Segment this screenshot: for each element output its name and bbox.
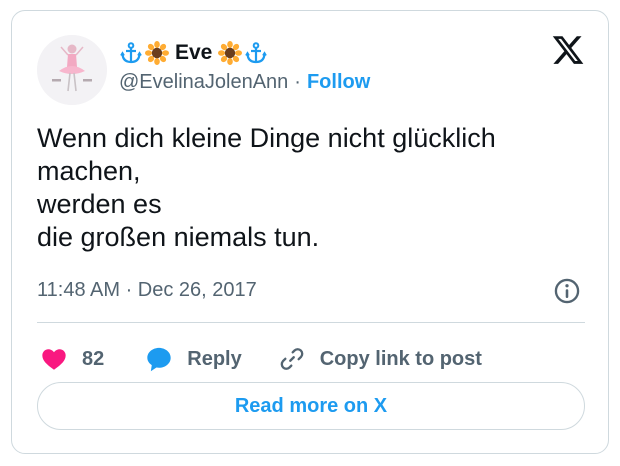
sunflower-icon [218, 41, 243, 65]
like-button[interactable]: 82 [40, 345, 104, 373]
heart-icon [42, 349, 66, 370]
read-more-button[interactable]: Read more on X [37, 382, 585, 430]
post-text-line: machen, [37, 156, 141, 186]
author-handle-row: @EvelinaJolenAnn · Follow [119, 71, 370, 94]
post-timestamp[interactable]: 11:48 AM · Dec 26, 2017 [37, 279, 257, 302]
post-text-line: Wenn dich kleine Dinge nicht glücklich [37, 123, 496, 153]
anchor-icon [244, 41, 268, 65]
post-actions: 82 Reply Copy link to post [40, 339, 482, 379]
link-icon [280, 348, 304, 370]
post-text-line: werden es [37, 189, 162, 219]
author-name: Eve [175, 41, 213, 64]
copy-link-label: Copy link to post [319, 347, 482, 370]
copy-link-button[interactable]: Copy link to post [278, 345, 482, 373]
anchor-icon [119, 41, 143, 65]
avatar[interactable] [37, 35, 107, 105]
ballerina-avatar-image [37, 35, 107, 105]
divider [37, 322, 585, 323]
info-icon[interactable] [553, 277, 581, 305]
x-logo-icon[interactable] [551, 33, 585, 67]
reply-bubble-icon [147, 347, 171, 372]
reply-label: Reply [187, 347, 242, 370]
author-name-row[interactable]: Eve [119, 38, 270, 68]
post-text-line: die großen niemals tun. [37, 222, 320, 252]
author-handle[interactable]: @EvelinaJolenAnn [119, 71, 288, 94]
follow-link[interactable]: Follow [307, 71, 370, 94]
sunflower-icon [145, 41, 169, 65]
embedded-post-card: Eve @EvelinaJolenAnn · Follow Wenn dich … [11, 10, 609, 454]
like-count: 82 [82, 347, 105, 370]
post-text: Wenn dich kleine Dinge nicht glücklich m… [37, 122, 592, 254]
reply-button[interactable]: Reply [145, 345, 242, 373]
separator-dot: · [294, 71, 301, 93]
